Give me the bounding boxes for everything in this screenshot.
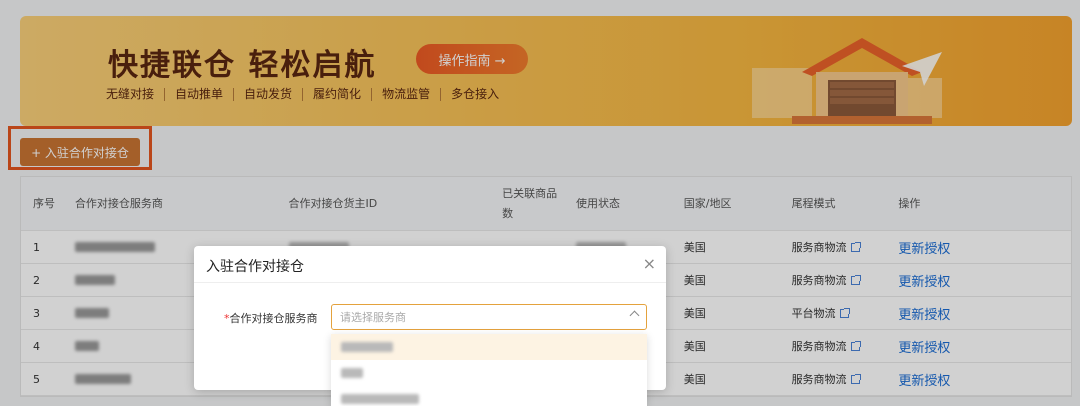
redacted-text [341,368,363,378]
provider-field-label: *合作对接仓服务商 [224,310,318,326]
modal-divider [194,282,666,283]
redacted-text [341,342,393,352]
select-placeholder: 请选择服务商 [340,311,406,324]
provider-select[interactable]: 请选择服务商 [331,304,647,330]
provider-label-text: 合作对接仓服务商 [229,312,318,325]
close-icon[interactable]: × [643,254,656,273]
modal-title: 入驻合作对接仓 [206,259,304,275]
provider-dropdown [331,334,647,406]
dropdown-option[interactable] [331,334,647,360]
dropdown-option[interactable] [331,360,647,386]
chevron-up-icon [629,310,640,321]
dropdown-option[interactable] [331,386,647,406]
redacted-text [341,394,419,404]
